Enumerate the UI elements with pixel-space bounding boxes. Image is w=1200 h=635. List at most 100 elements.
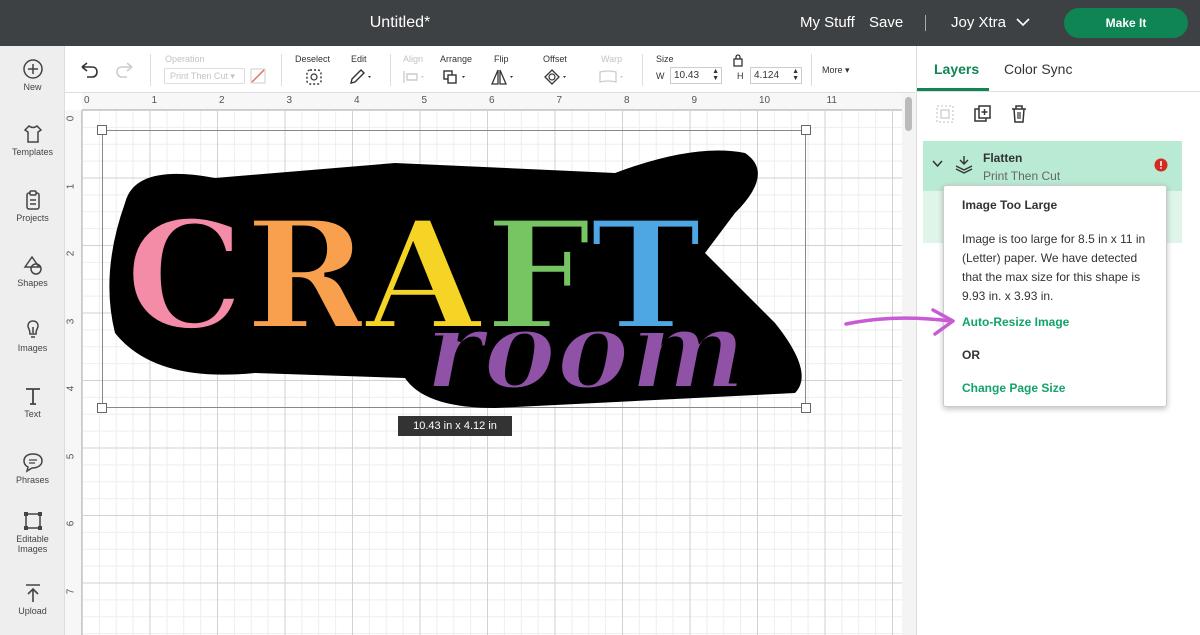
size-tooltip: 10.43 in x 4.12 in [398,416,512,436]
top-bar: Untitled* My Stuff Save Joy Xtra Make It [0,0,1200,46]
align-icon [403,71,424,83]
sidebar-item-shapes[interactable]: Shapes [0,254,65,288]
sidebar-item-label: Projects [16,213,49,223]
ruler-number: 4 [65,385,77,392]
popup-message: Image is too large for 8.5 in x 11 in (L… [962,232,1146,303]
ruler-number: 4 [354,95,360,106]
popup-title: Image Too Large [962,198,1058,212]
deselect-icon[interactable] [305,68,323,86]
auto-resize-link[interactable]: Auto-Resize Image [962,315,1069,329]
pen-edit-icon[interactable] [348,68,374,86]
lightbulb-icon [26,320,39,338]
width-label: W [656,71,665,81]
ruler-number: 11 [826,95,837,106]
ruler-number: 8 [624,95,630,106]
make-it-button[interactable]: Make It [1064,8,1188,38]
group-icon [936,105,954,123]
ruler-number: 3 [65,318,77,324]
sidebar-item-text[interactable]: Text [0,385,65,419]
flip-label: Flip [494,54,509,64]
height-value: 4.124 [754,70,780,81]
sidebar-item-label: Templates [11,147,54,157]
duplicate-icon[interactable] [973,104,993,124]
layer-row[interactable]: Flatten Print Then Cut [923,141,1182,191]
left-sidebar: New Templates Projects Shapes Images Tex… [0,46,65,635]
sidebar-item-label: Images [17,544,48,554]
color-swatch-icon[interactable] [250,68,266,84]
width-input[interactable]: 10.43 ▲ ▼ [670,67,722,84]
trash-icon[interactable] [1010,104,1028,124]
sidebar-item-upload[interactable]: Upload [0,582,65,616]
ruler-number: 5 [65,453,77,459]
operation-select[interactable]: Print Then Cut ▾ [164,68,245,84]
panel-tabs: Layers Color Sync [917,46,1200,92]
edit-toolbar: Operation Print Then Cut ▾ Deselect Edit… [65,46,915,93]
sidebar-item-images[interactable]: Images [0,319,65,353]
design-canvas[interactable]: 0 1 2 3 4 5 6 7 8 9 10 11 0 1 2 3 4 5 6 7 C R A F T room 1… [65,93,902,635]
align-label: Align [403,54,424,64]
deselect-label: Deselect [295,54,331,64]
craft-room-design[interactable]: C R A F T room [95,133,815,423]
project-title[interactable]: Untitled* [0,0,800,46]
sidebar-item-label: Upload [18,606,47,616]
sidebar-item-label: New [23,82,42,92]
vertical-ruler: 0 1 2 3 4 5 6 7 [65,110,82,635]
speech-bubble-icon [22,453,43,473]
flatten-layers-icon [955,156,973,174]
arrange-icon[interactable] [442,68,468,86]
sidebar-item-label: Images [17,343,48,353]
height-label: H [737,71,744,81]
editable-image-icon [23,512,42,530]
letter-c: C [125,188,244,364]
ruler-number: 0 [65,115,77,122]
save-button[interactable]: Save [869,0,903,46]
ruler-number: 7 [65,588,77,594]
sidebar-item-editable-images[interactable]: Editable Images [0,510,65,554]
edit-label: Edit [351,54,367,64]
account-name[interactable]: Joy Xtra [951,0,1006,46]
upload-icon [25,584,40,602]
change-page-size-link[interactable]: Change Page Size [962,381,1065,395]
active-tab-indicator [917,88,989,91]
error-icon[interactable] [1154,158,1168,172]
more-button[interactable]: More ▾ [822,65,850,76]
sidebar-item-templates[interactable]: Templates [0,123,65,157]
horizontal-ruler: 0 1 2 3 4 5 6 7 8 9 10 11 [82,93,902,110]
flip-icon[interactable] [490,68,516,86]
sidebar-item-label: Phrases [15,475,50,485]
ruler-number: 2 [65,250,77,257]
shirt-icon [23,125,42,143]
my-stuff-link[interactable]: My Stuff [800,0,855,46]
image-too-large-popup: Image Too Large Image is too large for 8… [943,185,1167,407]
shapes-icon [23,255,42,275]
vertical-scrollbar[interactable] [902,93,916,635]
chevron-down-icon[interactable] [932,160,943,168]
or-separator: OR [962,348,980,362]
sidebar-item-label: Editable [16,534,49,544]
layer-name: Flatten [983,151,1023,165]
tab-color-sync[interactable]: Color Sync [1004,61,1072,77]
offset-icon[interactable] [543,68,569,86]
tab-layers[interactable]: Layers [934,61,979,77]
sidebar-item-projects[interactable]: Projects [0,189,65,223]
operation-label: Operation [165,54,205,64]
undo-icon[interactable] [79,62,99,78]
arrange-label: Arrange [440,54,473,64]
ruler-number: 10 [759,95,771,106]
divider [925,15,926,31]
ruler-number: 1 [65,183,77,189]
redo-icon[interactable] [115,62,135,78]
stepper-icon[interactable]: ▲ ▼ [712,68,719,82]
lock-icon[interactable] [732,54,744,67]
chevron-down-icon[interactable] [1016,17,1030,27]
ruler-number: 0 [84,95,90,106]
sidebar-item-phrases[interactable]: Phrases [0,451,65,485]
ruler-number: 2 [219,95,225,106]
height-input[interactable]: 4.124 ▲ ▼ [750,67,802,84]
size-label: Size [656,54,674,64]
operation-value: Print Then Cut [170,71,228,81]
stepper-icon[interactable]: ▲ ▼ [792,68,799,82]
sidebar-item-new[interactable]: New [0,58,65,92]
scrollbar-thumb[interactable] [905,97,912,131]
clipboard-icon [25,190,40,210]
